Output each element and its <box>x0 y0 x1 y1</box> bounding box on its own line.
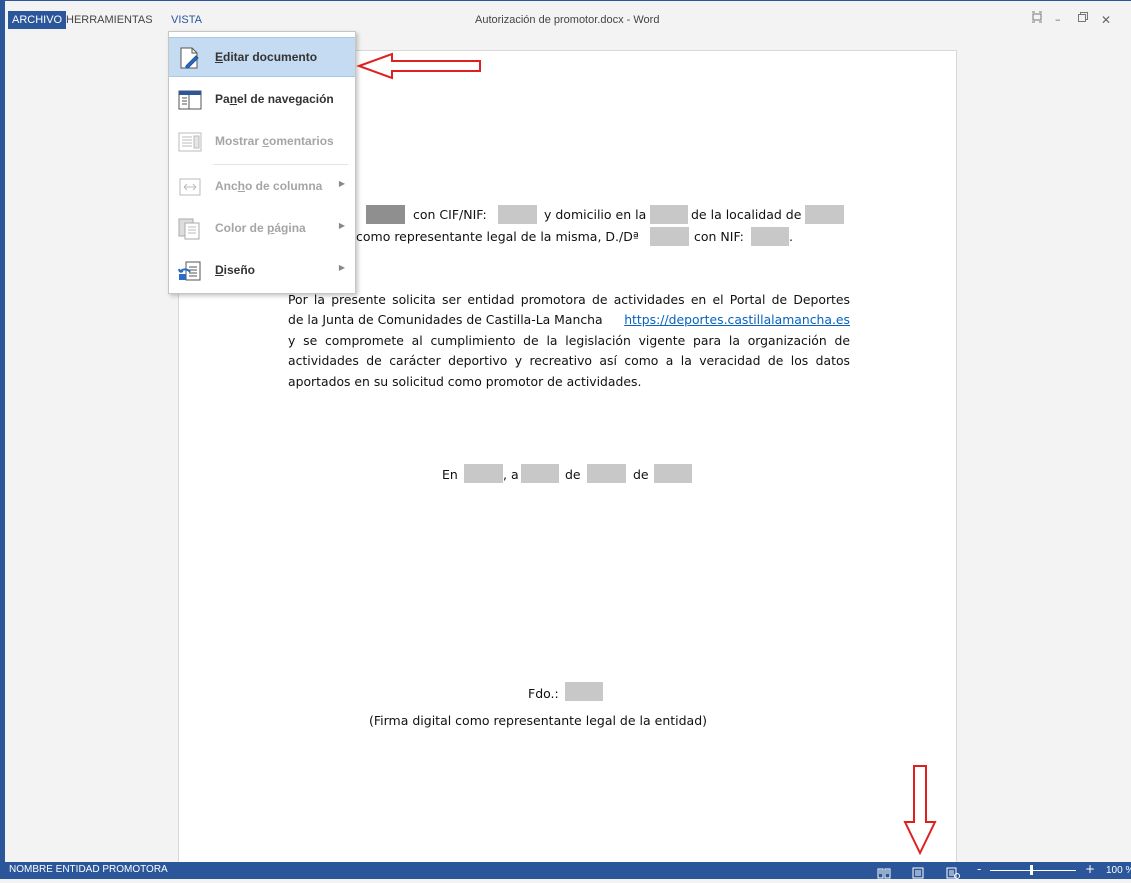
signature-note: (Firma digital como representante legal … <box>369 713 708 728</box>
menu-archivo[interactable]: ARCHIVO <box>8 11 67 29</box>
submenu-arrow-icon: ▶ <box>338 263 345 272</box>
redacted-field <box>805 205 844 224</box>
read-mode-icon[interactable] <box>877 864 891 879</box>
print-layout-icon[interactable] <box>911 864 925 879</box>
redacted-field <box>650 205 688 224</box>
minimize-button[interactable]: – <box>1055 11 1061 29</box>
menu-item-label: Panel de navegación <box>215 92 334 106</box>
menu-herramientas[interactable]: HERRAMIENTAS <box>62 11 157 29</box>
comments-icon <box>178 131 202 153</box>
redacted-field <box>521 464 559 483</box>
annotation-arrow-left-icon <box>356 52 481 80</box>
vista-menu: Editar documento Panel de navegación Mos… <box>168 31 356 294</box>
window-title: Autorización de promotor.docx - Word <box>475 14 660 26</box>
web-layout-icon[interactable] <box>946 864 960 879</box>
doc-line2-a: como representante legal de la misma, D.… <box>356 229 639 244</box>
date-de-1: de <box>565 467 581 482</box>
paragraph-line: aportados en su solicitud como promotor … <box>288 373 642 389</box>
menu-item-label: Diseño <box>215 263 256 277</box>
paragraph-line: de la Junta de Comunidades de Castilla-L… <box>288 310 850 330</box>
date-en: En <box>442 467 458 482</box>
window-frame-top <box>0 0 1131 1</box>
date-de-2: de <box>633 467 649 482</box>
submenu-arrow-icon: ▶ <box>338 221 345 230</box>
zoom-in-button[interactable]: + <box>1085 862 1095 876</box>
redacted-field <box>751 227 789 246</box>
zoom-level[interactable]: 100 % <box>1106 865 1131 876</box>
close-button[interactable]: ✕ <box>1101 11 1111 29</box>
page-color-icon <box>178 218 202 240</box>
zoom-out-button[interactable]: - <box>977 862 981 876</box>
menu-separator <box>213 164 348 165</box>
menu-item-diseno[interactable]: Diseño ▶ <box>169 251 355 291</box>
redacted-field <box>498 205 537 224</box>
redacted-field <box>366 205 405 224</box>
doc-line1-c: y domicilio en la <box>544 207 647 222</box>
annotation-arrow-down-icon <box>903 765 937 856</box>
menu-item-label: Editar documento <box>215 50 318 64</box>
restore-icon[interactable] <box>1077 11 1089 29</box>
status-entity-name: NOMBRE ENTIDAD PROMOTORA <box>9 864 168 875</box>
zoom-slider-track[interactable] <box>990 870 1076 871</box>
date-a: , a <box>503 467 519 482</box>
menu-item-panel-navegacion[interactable]: Panel de navegación <box>169 80 355 120</box>
doc-line1-d: de la localidad de <box>691 207 802 222</box>
window-frame-left <box>0 0 5 879</box>
paragraph-line: Por la presente solicita ser entidad pro… <box>288 292 850 307</box>
status-bar: NOMBRE ENTIDAD PROMOTORA - + 100 % <box>0 862 1131 879</box>
menu-item-label: Mostrar comentarios <box>215 134 334 148</box>
menu-vista[interactable]: VISTA <box>167 11 206 29</box>
body-paragraph: Por la presente solicita ser entidad pro… <box>288 290 850 392</box>
paragraph-line: y se compromete al cumplimiento de la le… <box>288 332 850 348</box>
column-width-icon <box>178 176 202 198</box>
menu-item-label: Color de página <box>215 221 306 235</box>
doc-line2-b: con NIF: <box>694 229 744 244</box>
submenu-arrow-icon: ▶ <box>338 179 345 188</box>
ribbon-display-icon[interactable] <box>1031 11 1043 29</box>
signature-fdo: Fdo.: <box>528 686 559 701</box>
redacted-field <box>654 464 692 483</box>
redacted-field <box>464 464 503 483</box>
menu-item-label: Ancho de columna <box>215 179 323 193</box>
navigation-pane-icon <box>178 89 202 111</box>
redacted-field <box>565 682 603 701</box>
edit-document-icon <box>178 47 202 69</box>
menu-item-mostrar-comentarios[interactable]: Mostrar comentarios <box>169 122 355 162</box>
menu-item-color-pagina[interactable]: Color de página ▶ <box>169 209 355 249</box>
menu-item-ancho-columna[interactable]: Ancho de columna ▶ <box>169 167 355 207</box>
paragraph-line-text: de la Junta de Comunidades de Castilla-L… <box>288 312 603 328</box>
paragraph-line: actividades de carácter deportivo y recr… <box>288 353 850 369</box>
zoom-slider-thumb[interactable] <box>1030 865 1033 875</box>
redacted-field <box>650 227 689 246</box>
doc-line1-b: con CIF/NIF: <box>413 207 487 222</box>
menu-item-editar-documento[interactable]: Editar documento <box>169 37 355 77</box>
doc-line2-c: . <box>789 229 793 244</box>
redacted-field <box>587 464 626 483</box>
layout-icon <box>178 260 202 282</box>
portal-link[interactable]: https://deportes.castillalamancha.es <box>624 310 850 330</box>
